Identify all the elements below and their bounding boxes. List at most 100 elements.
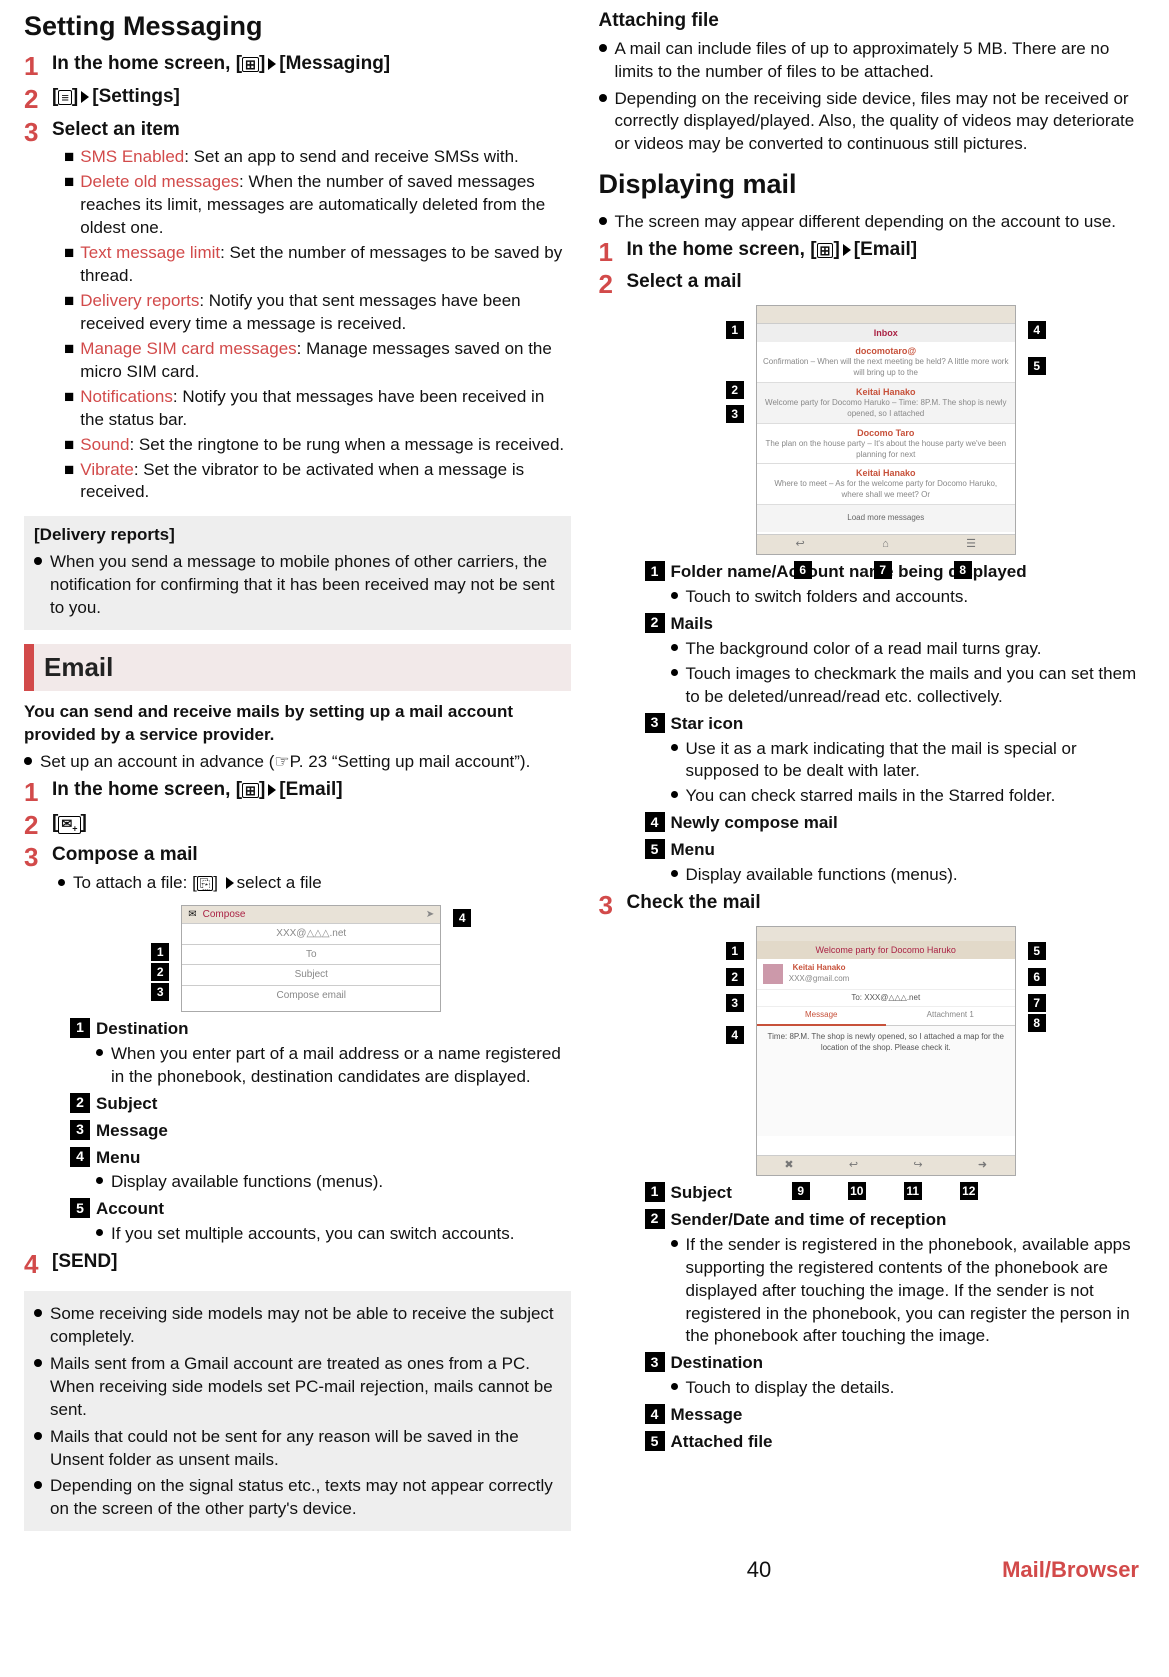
triangle-icon (843, 244, 851, 256)
step-title: Select an item (52, 118, 571, 143)
inbox-callout-star: 3Star icon (645, 713, 1146, 736)
attaching-file-head: Attaching file (599, 8, 1146, 34)
right-column: Attaching file A mail can include files … (599, 8, 1146, 1531)
inbox-callout-menu: 5Menu (645, 839, 1146, 862)
triangle-icon (81, 91, 89, 103)
compose-title: Compose (203, 908, 246, 922)
callout-11: 11 (904, 1182, 922, 1200)
compose-from: XXX@△△△.net (182, 923, 440, 944)
step-number: 2 (24, 811, 46, 840)
compose-body: Compose email (182, 985, 440, 1011)
detail-callout-sender: 2Sender/Date and time of reception (645, 1209, 1146, 1232)
callout-9: 9 (792, 1182, 810, 1200)
option-manage-sim: ■Manage SIM card messages: Manage messag… (64, 338, 571, 384)
callout-1: 1 (151, 943, 169, 961)
triangle-icon (268, 58, 276, 70)
inbox-callout-mails-sub2: Touch images to checkmark the mails and … (671, 663, 1146, 709)
step-title: Select a mail (627, 270, 1146, 295)
paperclip-icon: ⎘ (197, 876, 213, 891)
send-arrow-icon: ➤ (426, 908, 434, 922)
section-name: Mail/Browser (1002, 1555, 1139, 1585)
callout-5: 5 (1028, 357, 1046, 375)
callout-1: 1 (726, 321, 744, 339)
step-number: 3 (599, 891, 621, 1454)
tab-message: Message (757, 1007, 886, 1026)
callout-menu: 4Menu (70, 1147, 571, 1170)
step-3: 3 Select an item ■SMS Enabled: Set an ap… (24, 118, 571, 505)
detail-sender-name: Keitai Hanako (789, 963, 850, 974)
detail-callout-subject: 1Subject (645, 1182, 1146, 1205)
avatar (763, 964, 783, 984)
left-column: Setting Messaging 1 In the home screen, … (24, 8, 571, 1531)
email-step-3: 3 Compose a mail To attach a file: [⎘] s… (24, 843, 571, 1246)
callout-6: 6 (794, 561, 812, 579)
callout-3: 3 (726, 994, 744, 1012)
callout-subject: 2Subject (70, 1093, 571, 1116)
detail-tabs: Message Attachment 1 (757, 1007, 1015, 1026)
triangle-icon (226, 877, 234, 889)
send-note: Mails sent from a Gmail account are trea… (34, 1353, 561, 1422)
step-number: 1 (599, 238, 621, 267)
send-note: Depending on the signal status etc., tex… (34, 1475, 561, 1521)
option-delivery-reports: ■Delivery reports: Notify you that sent … (64, 290, 571, 336)
triangle-icon (268, 784, 276, 796)
inbox-bottom-bar: ↩⌂☰ (757, 534, 1015, 554)
step-number: 3 (24, 118, 46, 505)
delivery-reports-note: [Delivery reports] When you send a messa… (24, 516, 571, 630)
callout-3: 3 (151, 983, 169, 1001)
callout-account-sub: If you set multiple accounts, you can sw… (96, 1223, 571, 1246)
inbox-msg: Docomo TaroThe plan on the house party –… (757, 424, 1015, 465)
callout-7: 7 (1028, 994, 1046, 1012)
inbox-callout-folder: 1Folder name/Account name being displaye… (645, 561, 1146, 584)
step-number: 4 (24, 1250, 46, 1279)
step-title: [≡][Settings] (52, 85, 571, 110)
disp-step-1: 1 In the home screen, [⊞][Email] (599, 238, 1146, 267)
callout-12: 12 (960, 1182, 978, 1200)
email-setup-note: Set up an account in advance (☞P. 23 “Se… (24, 751, 571, 774)
step-title: [✉+] (52, 811, 571, 836)
option-notifications: ■Notifications: Notify you that messages… (64, 386, 571, 432)
detail-subject: Welcome party for Docomo Haruko (757, 941, 1015, 959)
mail-detail-figure: Welcome party for Docomo Haruko Keitai H… (627, 926, 1146, 1176)
detail-to: To: XXX@△△△.net (757, 990, 1015, 1008)
callout-2: 2 (151, 963, 169, 981)
option-sound: ■Sound: Set the ringtone to be rung when… (64, 434, 571, 457)
attach-note: Depending on the receiving side device, … (599, 88, 1146, 157)
compose-subject: Subject (182, 964, 440, 985)
step-number: 1 (24, 52, 46, 81)
inbox-msg: Keitai HanakoWhere to meet – As for the … (757, 464, 1015, 505)
callout-4: 4 (453, 909, 471, 927)
detail-callout-destination-sub: Touch to display the details. (671, 1377, 1146, 1400)
step-number: 1 (24, 778, 46, 807)
step-title: Check the mail (627, 891, 1146, 916)
send-note: Some receiving side models may not be ab… (34, 1303, 561, 1349)
apps-grid-icon: ⊞ (242, 783, 259, 798)
detail-callout-message: 4Message (645, 1404, 1146, 1427)
displaying-note: The screen may appear different dependin… (599, 211, 1146, 234)
callout-2: 2 (726, 381, 744, 399)
apps-grid-icon: ⊞ (817, 243, 834, 258)
note-heading: [Delivery reports] (34, 524, 561, 547)
page-footer: 40 Mail/Browser (24, 1555, 1145, 1585)
disp-step-3: 3 Check the mail Welcome party for Docom… (599, 891, 1146, 1454)
callout-10: 10 (848, 1182, 866, 1200)
inbox-figure: Inbox docomotaro@Confirmation – When wil… (627, 305, 1146, 555)
step-1: 1 In the home screen, [⊞][Messaging] (24, 52, 571, 81)
email-step-4: 4 [SEND] (24, 1250, 571, 1279)
callout-4: 4 (726, 1026, 744, 1044)
callout-destination-sub: When you enter part of a mail address or… (96, 1043, 571, 1089)
inbox-msg: docomotaro@Confirmation – When will the … (757, 342, 1015, 383)
detail-bottom-bar: ✖↩↪➜ (757, 1155, 1015, 1175)
menu-icon: ≡ (58, 90, 72, 105)
callout-7: 7 (874, 561, 892, 579)
email-step-1: 1 In the home screen, [⊞][Email] (24, 778, 571, 807)
inbox-callout-star-sub2: You can check starred mails in the Starr… (671, 785, 1146, 808)
callout-8: 8 (954, 561, 972, 579)
callout-menu-sub: Display available functions (menus). (96, 1171, 571, 1194)
detail-callout-destination: 3Destination (645, 1352, 1146, 1375)
inbox-callout-compose: 4Newly compose mail (645, 812, 1146, 835)
option-text-limit: ■Text message limit: Set the number of m… (64, 242, 571, 288)
heading-email: Email (24, 644, 571, 691)
compose-figure: ✉ Compose ➤ XXX@△△△.net To Subject Compo… (52, 905, 571, 1012)
step-number: 3 (24, 843, 46, 1246)
